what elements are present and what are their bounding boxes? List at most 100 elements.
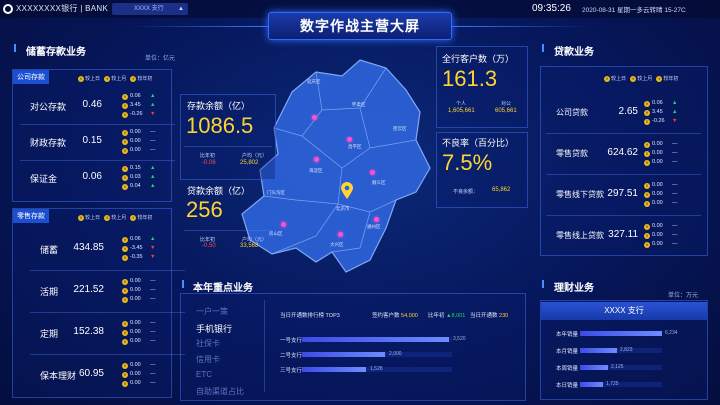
map-pin[interactable] [312,115,317,120]
row-value: 297.51 [607,187,638,199]
coin-icon: ¥ [122,139,128,145]
bank-name: XXXXXXXX银行 | BANK [16,4,109,13]
dash-icon: — [672,240,678,247]
deposits-title: 储蓄存款业务 [26,47,86,58]
branch-select[interactable]: XXXX 支行 ▲ [112,3,188,15]
customers-corporate-value: 605,661 [495,108,517,114]
map-pin[interactable] [281,222,286,227]
arrow-up-icon: ▲ [150,165,156,171]
map-label: 海淀区 [309,168,323,173]
ranking-title: 当日开通数排行榜 TOP3 [280,313,340,319]
row-value: 2.65 [618,105,638,117]
deposit-ytd-label: 比年初 [200,153,216,159]
npl-value: 7.5% [442,150,493,175]
bar-value: 1,725 [606,381,619,387]
coin-icon: ¥ [104,75,111,82]
row-label: 对公存款 [30,102,67,112]
map-label: 延庆区 [307,79,321,84]
change-value: 0.00 [652,149,663,156]
dash-icon: — [150,371,156,377]
bar-label: 二号支行 [280,353,303,359]
row-value: 434.85 [73,242,104,253]
map-pin[interactable] [370,170,375,175]
coin-icon: ¥ [122,363,128,369]
divider [30,312,185,313]
deposit-balance-label: 存款余额（亿） [187,101,251,111]
title-bar: 数字作战主营大屏 [268,12,452,40]
coin-icon: ¥ [122,330,128,336]
bar-label: 本周销量 [556,366,579,372]
page-title: 数字作战主营大屏 [300,18,420,34]
change-value: 0.00 [130,287,141,293]
row-value: 0.06 [82,171,102,182]
menu-item[interactable]: 自助渠道占比 [196,386,244,397]
row-label: 财政存款 [30,138,67,148]
map-label: 顺义区 [372,180,386,185]
dash-icon: — [150,329,156,335]
menu-item[interactable]: ETC [196,370,212,379]
coin-icon: ¥ [644,159,650,166]
row-label: 零售贷款 [556,148,588,158]
caret-up-icon: ▲ [178,6,184,12]
menu-item[interactable]: 一户一策 [196,306,228,317]
coin-icon: ¥ [644,191,650,198]
section-marker [182,280,190,288]
map-pin[interactable] [374,217,379,222]
row-value: 152.38 [73,326,104,337]
map-pin[interactable] [314,157,319,162]
coin-icon: ¥ [122,148,128,154]
row-label: 零售线上贷款 [556,230,604,240]
divider [20,160,175,161]
coin-icon: ¥ [122,339,128,345]
row-label: 零售线下贷款 [556,189,604,199]
change-value: 3.45 [130,102,141,108]
bank-logo-icon [3,4,13,14]
dash-icon: — [672,222,678,229]
row-label: 定期 [40,329,59,339]
bar-label: 本日销量 [556,383,579,389]
coin-icon: ¥ [78,214,84,221]
tab-retail-deposits[interactable]: 零售存款 [13,209,49,223]
coin-icon: ¥ [130,214,137,221]
customers-personal-label: 个人 [456,101,467,107]
coin-icon: ¥ [122,237,128,243]
bar-label: 本月销量 [556,349,579,355]
row-value: 221.52 [73,284,104,295]
key-business-panel [180,293,526,401]
loan-balance-label: 贷款余额（亿） [187,186,251,196]
loan-ytd-value: -0.50 [202,243,216,249]
map-label: 通州区 [367,224,381,229]
map-label: 密云区 [393,126,407,131]
map-label: 北京市 [336,206,350,211]
dash-icon: — [150,287,156,293]
coin-icon: ¥ [122,184,128,190]
date-weather: 2020-08-31 星期一多云转晴 15-27C [582,7,686,14]
bar-value: 2,000 [389,351,402,357]
menu-item[interactable]: 信用卡 [196,354,220,365]
loan-ytd-label: 比年初 [200,237,216,243]
change-value: 0.00 [130,371,141,377]
today-opened: 当日开通数 230 [470,313,509,319]
loan-avg-value: 33,568 [240,243,259,249]
npl-balance-label: 不良余额： [453,189,479,195]
map-pin[interactable] [338,232,343,237]
coin-icon: ¥ [78,75,84,82]
map-pin[interactable] [347,137,352,142]
dash-icon: — [150,380,156,386]
wealth-branch-header: XXXX 支行 [541,302,707,320]
bar-fill [580,348,617,353]
arrow-up-icon: ▲ [150,174,156,180]
npl-label: 不良率（百分比） [442,138,515,148]
coin-icon: ¥ [122,246,128,252]
deposits-legend: ¥ 较上日 ¥ 较上月 ¥ 较年初 [78,75,153,82]
location-pin-icon[interactable] [340,182,354,200]
tab-corporate-deposits[interactable]: 公司存款 [13,70,49,84]
row-value: 0.46 [82,99,102,110]
divider [184,146,272,147]
menu-item[interactable]: 手机银行 [196,322,232,335]
change-value: 0.00 [652,158,663,165]
bar-fill [580,331,662,336]
menu-item[interactable]: 社保卡 [196,338,220,349]
row-label: 储蓄 [40,245,59,255]
change-value: 0.00 [130,362,141,368]
